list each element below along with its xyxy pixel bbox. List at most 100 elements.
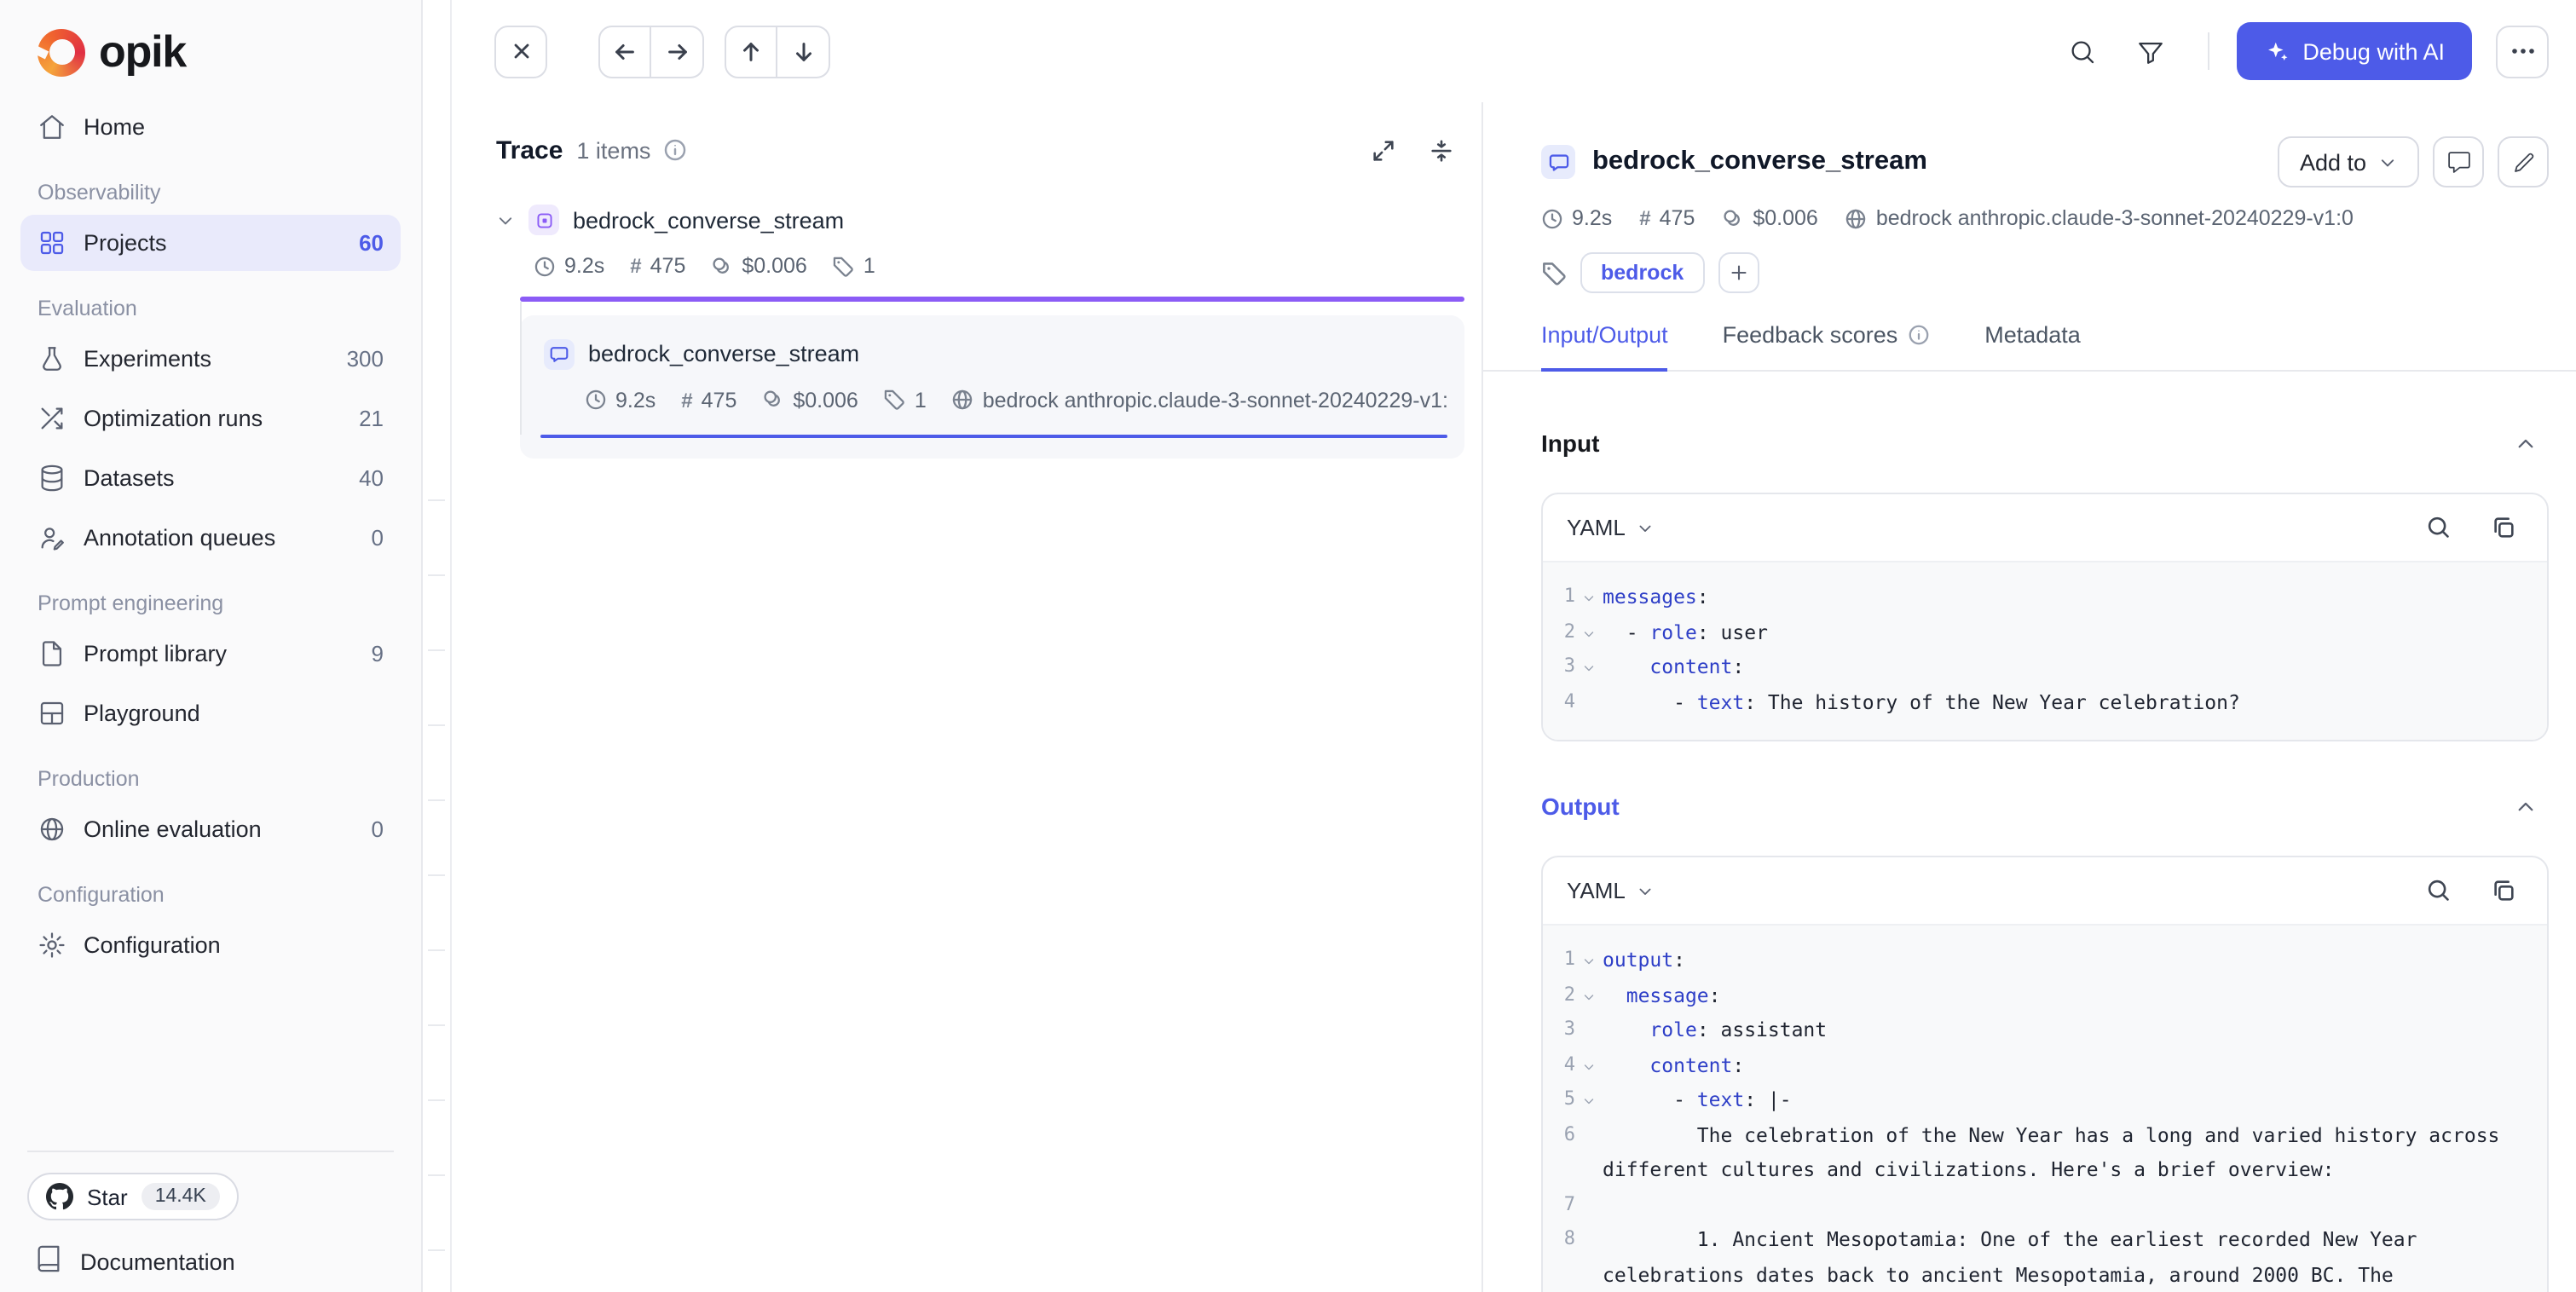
sidebar-item-online-evaluation[interactable]: Online evaluation 0 — [20, 801, 401, 857]
sidebar-item-projects[interactable]: Projects 60 — [20, 215, 401, 271]
fold-chevron-icon[interactable] — [1575, 649, 1603, 684]
output-section-header: Output — [1541, 782, 2549, 830]
close-button[interactable] — [494, 25, 547, 78]
provider-icon — [952, 389, 974, 411]
arrow-up-icon — [738, 38, 764, 64]
sidebar-item-playground[interactable]: Playground — [20, 685, 401, 741]
search-in-code-button[interactable] — [2417, 870, 2458, 911]
copy-code-button[interactable] — [2482, 507, 2523, 548]
sidebar-item-configuration[interactable]: Configuration — [20, 917, 401, 973]
fold-chevron-icon[interactable] — [1575, 978, 1603, 1012]
content-row: Trace 1 items bedrock_conver — [452, 102, 2576, 1292]
chevron-down-icon — [2378, 153, 2397, 171]
output-code-card: YAML 1output: 2 message: — [1541, 856, 2549, 1292]
search-in-code-button[interactable] — [2417, 507, 2458, 548]
tab-label: Feedback scores — [1723, 322, 1898, 348]
up-down-group — [725, 25, 830, 78]
output-heading: Output — [1541, 793, 1620, 820]
line-number: 4 — [1553, 1047, 1575, 1082]
tab-input-output[interactable]: Input/Output — [1541, 322, 1668, 372]
ellipsis-icon — [2509, 37, 2536, 65]
main-area: Debug with AI Trace 1 items — [423, 0, 2576, 1292]
collapsed-table-gutter[interactable] — [423, 0, 452, 1292]
app-root: opik Home Observability Projects 60 Eval… — [0, 0, 2576, 1292]
search-button[interactable] — [2053, 22, 2111, 80]
tags-count: 1 — [915, 388, 927, 412]
logo[interactable]: opik — [0, 0, 421, 92]
copy-code-button[interactable] — [2482, 870, 2523, 911]
github-star-button[interactable]: Star 14.4K — [27, 1173, 239, 1220]
add-tag-button[interactable] — [1718, 252, 1759, 293]
fold-chevron-icon[interactable] — [1575, 1082, 1603, 1117]
code-line: 3 content: — [1553, 649, 2530, 684]
tab-feedback-scores[interactable]: Feedback scores — [1723, 322, 1931, 372]
sidebar-item-count: 0 — [372, 816, 384, 842]
code-line: 2 - role: user — [1553, 614, 2530, 649]
collapse-all-button[interactable] — [1417, 126, 1464, 174]
llm-span-icon — [544, 338, 575, 369]
sidebar-item-optimization-runs[interactable]: Optimization runs 21 — [20, 390, 401, 447]
sidebar-item-count: 60 — [359, 230, 384, 256]
line-number: 5 — [1553, 1082, 1575, 1117]
user-pen-icon — [38, 523, 66, 552]
llm-span-icon — [1541, 145, 1575, 179]
fold-chevron-icon[interactable] — [1575, 943, 1603, 978]
sidebar-item-prompt-library[interactable]: Prompt library 9 — [20, 626, 401, 682]
chevron-down-icon — [1637, 882, 1655, 899]
chevron-up-icon — [2514, 795, 2536, 817]
filter-button[interactable] — [2122, 22, 2180, 80]
gear-icon — [38, 931, 66, 960]
hash-icon: # — [1639, 206, 1650, 230]
sidebar-item-datasets[interactable]: Datasets 40 — [20, 450, 401, 506]
code-line: 8 1. Ancient Mesopotamia: One of the ear… — [1553, 1222, 2530, 1292]
cost-value: $0.006 — [1753, 206, 1817, 230]
tag-chip[interactable]: bedrock — [1580, 252, 1704, 293]
fold-chevron-icon[interactable] — [1575, 1047, 1603, 1082]
add-to-button[interactable]: Add to — [2278, 136, 2419, 187]
comment-button[interactable] — [2433, 136, 2484, 187]
prev-trace-button[interactable] — [598, 25, 651, 78]
info-icon — [662, 138, 686, 162]
sidebar-item-annotation-queues[interactable]: Annotation queues 0 — [20, 510, 401, 566]
next-trace-button[interactable] — [651, 25, 704, 78]
sidebar-item-experiments[interactable]: Experiments 300 — [20, 331, 401, 387]
tab-metadata[interactable]: Metadata — [1984, 322, 2081, 372]
line-number: 1 — [1553, 580, 1575, 614]
coins-icon — [711, 255, 733, 277]
sidebar: opik Home Observability Projects 60 Eval… — [0, 0, 423, 1292]
edit-button[interactable] — [2498, 136, 2549, 187]
chevron-down-icon[interactable] — [496, 211, 515, 229]
collapse-input-button[interactable] — [2501, 419, 2549, 467]
sidebar-item-documentation[interactable]: Documentation — [27, 1220, 242, 1278]
fold-chevron-icon[interactable] — [1575, 580, 1603, 614]
tokens-value: 475 — [1660, 206, 1695, 230]
debug-with-ai-label: Debug with AI — [2302, 38, 2445, 64]
hash-icon: # — [681, 388, 692, 412]
cost-value: $0.006 — [742, 254, 806, 278]
collapse-output-button[interactable] — [2501, 782, 2549, 830]
comment-icon — [2446, 149, 2471, 175]
tag-icon — [884, 389, 906, 411]
globe-icon — [38, 815, 66, 844]
arrow-right-icon — [664, 38, 690, 64]
fold-chevron-icon[interactable] — [1575, 614, 1603, 649]
sidebar-item-count: 40 — [359, 465, 384, 491]
down-span-button[interactable] — [777, 25, 830, 78]
more-options-button[interactable] — [2496, 25, 2549, 78]
trace-items-count: 1 items — [576, 137, 650, 163]
output-card-tools — [2417, 870, 2523, 911]
format-select[interactable]: YAML — [1567, 878, 1655, 903]
input-code-card: YAML 1messages: 2 - role: use — [1541, 493, 2549, 741]
span-stats: 9.2s #475 $0.006 1 bedrock anthropic.cla… — [585, 388, 1447, 412]
debug-with-ai-button[interactable]: Debug with AI — [2236, 22, 2472, 80]
arrow-left-icon — [612, 38, 638, 64]
format-select[interactable]: YAML — [1567, 515, 1655, 540]
expand-view-button[interactable] — [1359, 126, 1406, 174]
tab-label: Input/Output — [1541, 322, 1668, 348]
nav-section-configuration: Configuration — [38, 883, 384, 907]
span-row-selected[interactable]: bedrock_converse_stream 9.2s #475 $0.006… — [520, 314, 1464, 459]
trace-row[interactable]: bedrock_converse_stream 9.2s #475 $0.006… — [496, 198, 1464, 301]
close-icon — [509, 39, 533, 63]
up-span-button[interactable] — [725, 25, 777, 78]
sidebar-item-home[interactable]: Home — [20, 99, 401, 155]
